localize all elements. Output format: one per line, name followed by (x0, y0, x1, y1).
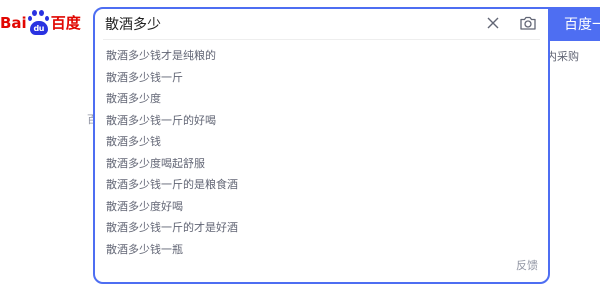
background-nav-link: 内采购 (546, 50, 579, 63)
suggestion-list: 散酒多少钱才是纯粮的 散酒多少钱一斤 散酒多少度 散酒多少钱一斤的好喝 散酒多少… (95, 45, 548, 260)
paw-icon: du (27, 10, 50, 36)
suggestion-item[interactable]: 散酒多少钱 (95, 131, 548, 153)
search-suggestion-panel: 散酒多少钱才是纯粮的 散酒多少钱一斤 散酒多少度 散酒多少钱一斤的好喝 散酒多少… (93, 7, 550, 284)
close-icon[interactable] (485, 15, 501, 31)
suggestion-item[interactable]: 散酒多少钱一斤 (95, 67, 548, 89)
search-button[interactable]: 百度一 (550, 7, 600, 41)
suggestion-item[interactable]: 散酒多少钱一斤的好喝 (95, 110, 548, 132)
suggestion-item[interactable]: 散酒多少钱才是纯粮的 (95, 45, 548, 67)
logo-paw-text: du (29, 21, 48, 35)
suggestion-item[interactable]: 散酒多少度喝起舒服 (95, 153, 548, 175)
camera-icon[interactable] (519, 14, 537, 32)
logo-text-latin: Bai (0, 14, 27, 32)
suggestion-item[interactable]: 散酒多少钱一斤的是粮食酒 (95, 174, 548, 196)
search-row (95, 9, 548, 39)
suggestion-item[interactable]: 散酒多少度 (95, 88, 548, 110)
suggestion-item[interactable]: 散酒多少钱一瓶 (95, 239, 548, 261)
search-input[interactable] (105, 13, 465, 35)
baidu-logo[interactable]: Bai du 百度 (0, 9, 81, 37)
suggestion-item[interactable]: 散酒多少钱一斤的才是好酒 (95, 217, 548, 239)
feedback-link[interactable]: 反馈 (516, 257, 538, 273)
suggestion-item[interactable]: 散酒多少度好喝 (95, 196, 548, 218)
suggestion-divider (103, 39, 540, 40)
logo-text-cn: 百度 (50, 14, 81, 32)
